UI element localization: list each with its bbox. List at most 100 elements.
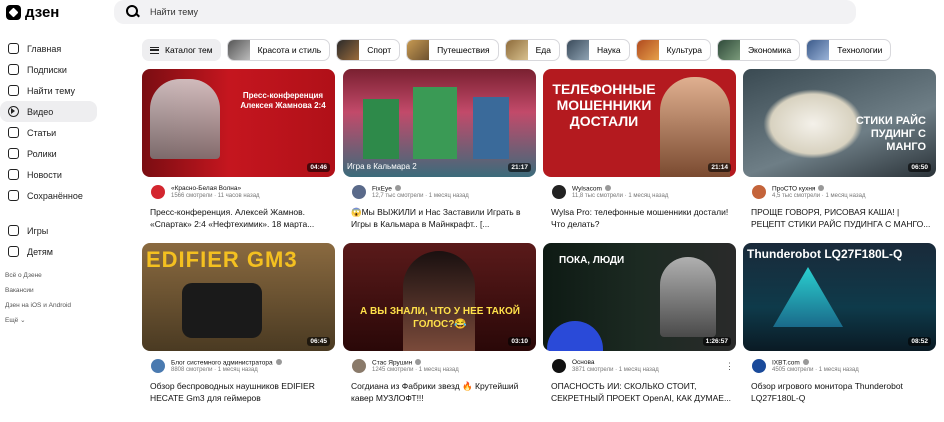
video-card[interactable]: ТЕЛЕФОННЫЕ МОШЕННИКИ ДОСТАЛИ 21:14 Wylsa… <box>543 69 736 230</box>
sidebar-item-home[interactable]: Главная <box>0 38 97 59</box>
category-chip[interactable]: Спорт <box>336 39 401 61</box>
avatar[interactable] <box>151 185 165 199</box>
sidebar-item-label: Видео <box>27 106 54 117</box>
video-thumbnail[interactable]: Thunderobot LQ27F180L-Q 08:52 <box>743 243 936 351</box>
sidebar-item-video[interactable]: Видео <box>0 101 97 122</box>
news-icon <box>8 169 19 180</box>
sidebar-item-shorts[interactable]: Ролики <box>0 143 97 164</box>
dzen-logo[interactable]: дзен <box>6 4 59 21</box>
video-stats: 12,7 тыс смотрели · 1 месяц назад <box>372 193 469 199</box>
channel-name[interactable]: «Красно-Белая Волна» <box>171 185 241 192</box>
channel-name[interactable]: IXBT.com <box>772 359 809 367</box>
duration-badge: 1:26:57 <box>702 337 731 346</box>
sidebar-item-label: Ролики <box>27 148 57 159</box>
channel-label: «Красно-Белая Волна» <box>171 185 242 192</box>
avatar[interactable] <box>352 359 366 373</box>
sidebar-item-saved[interactable]: Сохранённое <box>0 185 97 206</box>
category-label: Спорт <box>367 45 392 55</box>
video-title[interactable]: Обзор беспроводных наушников EDIFIER HEC… <box>142 381 335 404</box>
category-thumbnail <box>337 40 360 60</box>
category-thumbnail <box>566 40 589 60</box>
category-chip[interactable]: Технологии <box>806 39 892 61</box>
video-stats: 1566 смотрели · 11 часов назад <box>171 193 260 199</box>
video-card[interactable]: Пресс-конференция Алексея Жамнова 2:4 04… <box>142 69 335 230</box>
avatar[interactable] <box>352 185 366 199</box>
sidebar-item-news[interactable]: Новости <box>0 164 97 185</box>
video-thumbnail[interactable]: А ВЫ ЗНАЛИ, ЧТО У НЕЕ ТАКОЙ ГОЛОС?😂 03:1… <box>343 243 536 351</box>
category-chip[interactable]: Культура <box>635 39 711 61</box>
sidebar-item-articles[interactable]: Статьи <box>0 122 97 143</box>
channel-label: FixEye <box>372 185 392 193</box>
channel-name[interactable]: Wylsacom <box>572 185 611 193</box>
video-title[interactable]: Пресс-конференция. Алексей Жамнов. «Спар… <box>142 207 335 230</box>
link-apps[interactable]: Дзен на iOS и Android <box>5 298 100 313</box>
search-bar[interactable] <box>114 0 856 24</box>
thumbnail-overlay-text: А ВЫ ЗНАЛИ, ЧТО У НЕЕ ТАКОЙ ГОЛОС?😂 <box>360 306 520 330</box>
avatar[interactable] <box>752 359 766 373</box>
avatar[interactable] <box>552 359 566 373</box>
sidebar-item-subscriptions[interactable]: Подписки <box>0 59 97 80</box>
channel-name[interactable]: ПроСТО кухня <box>772 185 825 193</box>
link-more[interactable]: Ещё ⌄ <box>5 313 100 328</box>
video-stats: 4,5 тыс смотрели · 1 месяц назад <box>772 193 866 199</box>
video-card[interactable]: ПОКА, ЛЮДИ 1:26:57 Основа 3871 смотрели … <box>543 243 736 404</box>
sidebar-item-label: Игры <box>27 225 49 236</box>
sidebar-item-kids[interactable]: Детям <box>0 241 97 262</box>
sidebar-item-label: Главная <box>27 43 62 54</box>
video-card[interactable]: Игра в Кальмара 2 21:17 FixEye 12,7 тыс … <box>343 69 536 230</box>
category-label: Путешествия <box>437 45 490 55</box>
avatar[interactable] <box>752 185 766 199</box>
video-thumbnail[interactable]: ТЕЛЕФОННЫЕ МОШЕННИКИ ДОСТАЛИ 21:14 <box>543 69 736 177</box>
channel-name[interactable]: Основа <box>572 359 595 366</box>
video-card[interactable]: Thunderobot LQ27F180L-Q 08:52 IXBT.com 4… <box>743 243 936 404</box>
thumbnail-overlay-text: ПОКА, ЛЮДИ <box>559 255 625 266</box>
sidebar-item-label: Новости <box>27 169 62 180</box>
search-input[interactable] <box>150 7 750 17</box>
video-thumbnail[interactable]: EDIFIER GM3 06:45 <box>142 243 335 351</box>
channel-name[interactable]: Блог системного администратора <box>171 359 282 367</box>
subscriptions-icon <box>8 64 19 75</box>
duration-badge: 06:45 <box>307 337 330 346</box>
video-title[interactable]: Согдиана из Фабрики звезд 🔥 Крутейший ка… <box>343 381 536 404</box>
link-jobs[interactable]: Вакансии <box>5 283 100 298</box>
video-thumbnail[interactable]: Игра в Кальмара 2 21:17 <box>343 69 536 177</box>
category-chip[interactable]: Красота и стиль <box>226 39 331 61</box>
video-thumbnail[interactable]: ПОКА, ЛЮДИ 1:26:57 <box>543 243 736 351</box>
video-title[interactable]: Обзор игрового монитора Thunderobot LQ27… <box>743 381 936 404</box>
category-chip[interactable]: Экономика <box>716 39 801 61</box>
video-thumbnail[interactable]: Пресс-конференция Алексея Жамнова 2:4 04… <box>142 69 335 177</box>
sidebar-item-label: Статьи <box>27 127 57 138</box>
thumbnail-overlay-text: Игра в Кальмара 2 <box>347 162 417 171</box>
verified-icon <box>275 359 282 365</box>
video-title[interactable]: ПРОЩЕ ГОВОРЯ, РИСОВАЯ КАША! | РЕЦЕПТ СТИ… <box>743 207 936 230</box>
catalog-button[interactable]: Каталог тем <box>142 39 221 61</box>
link-about[interactable]: Всё о Дзене <box>5 268 100 283</box>
video-card[interactable]: А ВЫ ЗНАЛИ, ЧТО У НЕЕ ТАКОЙ ГОЛОС?😂 03:1… <box>343 243 536 404</box>
thumbnail-overlay-text: Thunderobot LQ27F180L-Q <box>747 247 903 261</box>
article-icon <box>8 127 19 138</box>
channel-name[interactable]: Стас Ярушин <box>372 359 422 367</box>
category-thumbnail <box>505 40 528 60</box>
compass-icon <box>8 85 19 96</box>
channel-label: Блог системного администратора <box>171 359 273 367</box>
video-thumbnail[interactable]: СТИКИ РАЙС ПУДИНГ С МАНГО 06:50 <box>743 69 936 177</box>
more-options-icon[interactable] <box>725 361 734 372</box>
sidebar-item-games[interactable]: Игры <box>0 220 97 241</box>
video-title[interactable]: Wylsa Pro: телефонные мошенники достали!… <box>543 207 736 230</box>
menu-icon <box>150 46 159 54</box>
avatar[interactable] <box>552 185 566 199</box>
verified-icon <box>394 185 401 191</box>
search-icon <box>126 5 140 19</box>
category-chip[interactable]: Путешествия <box>406 39 499 61</box>
category-chip[interactable]: Еда <box>504 39 560 61</box>
category-label: Наука <box>596 45 621 55</box>
video-card[interactable]: EDIFIER GM3 06:45 Блог системного админи… <box>142 243 335 404</box>
category-chip[interactable]: Наука <box>565 39 630 61</box>
avatar[interactable] <box>151 359 165 373</box>
video-card[interactable]: СТИКИ РАЙС ПУДИНГ С МАНГО 06:50 ПроСТО к… <box>743 69 936 230</box>
sidebar-item-label: Подписки <box>27 64 67 75</box>
channel-name[interactable]: FixEye <box>372 185 401 193</box>
video-title[interactable]: 😱Мы ВЫЖИЛИ и Нас Заставили Играть в Игры… <box>343 207 536 230</box>
video-title[interactable]: ОПАСНОСТЬ ИИ: СКОЛЬКО СТОИТ, СЕКРЕТНЫЙ П… <box>543 381 736 404</box>
sidebar-item-find-topic[interactable]: Найти тему <box>0 80 97 101</box>
